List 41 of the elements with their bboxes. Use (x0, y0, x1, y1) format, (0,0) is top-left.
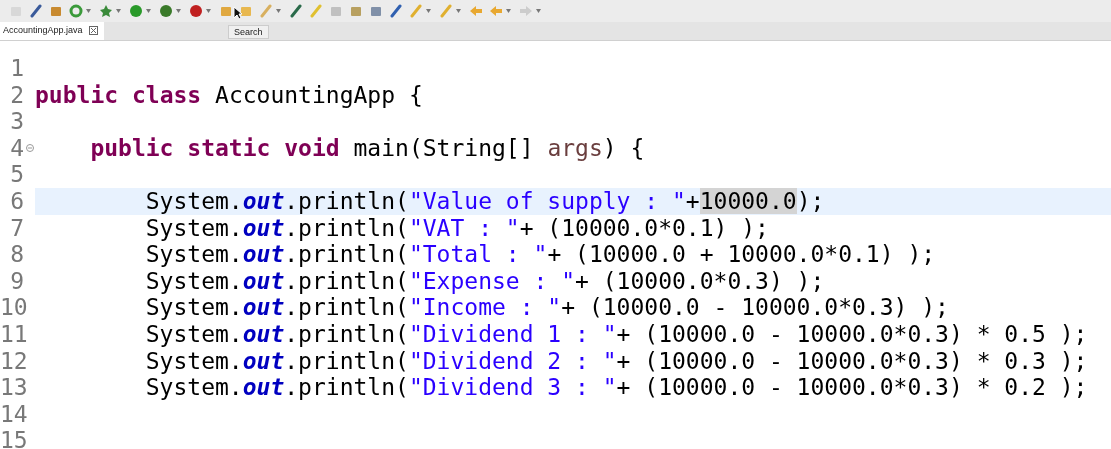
line-number: 5 (9, 161, 24, 188)
caret-icon[interactable] (206, 9, 211, 13)
circle-icon[interactable] (69, 4, 83, 18)
line-number: 13 (0, 374, 24, 401)
caret-icon[interactable] (426, 9, 431, 13)
code-line: System.out.println("Value of supply : "+10000.0); (144, 187, 825, 214)
code-line: System.out.println("Expense : "+ (10000.0*0.3) ); (144, 267, 825, 294)
caret-icon[interactable] (116, 9, 121, 13)
caret-icon[interactable] (276, 9, 281, 13)
line-number: 15 (0, 427, 24, 449)
caret-icon[interactable] (536, 9, 541, 13)
line-number: 10 (0, 294, 24, 321)
line-number: 3 (9, 108, 24, 135)
caret-icon[interactable] (146, 9, 151, 13)
code-line: System.out.println("Income : "+ (10000.0 - 10000.0*0.3) ); (144, 294, 949, 321)
code-line: System.out.println("Total : "+ (10000.0 + 10000.0*0.1) ); (144, 241, 936, 268)
caret-icon[interactable] (86, 9, 91, 13)
editor-tab[interactable]: AccountingApp.java (0, 22, 104, 40)
caret-icon[interactable] (506, 9, 511, 13)
code-line: System.out.println("Dividend 2 : "+ (10000.0 - 10000.0*0.3) * 0.3 ); (144, 347, 1088, 374)
code-line: System.out.println("VAT : "+ (10000.0*0.1) ); (144, 214, 769, 241)
line-number: 4 (9, 134, 24, 162)
code-line: public static void main(String[] args) { (89, 134, 645, 161)
mouse-pointer-icon (233, 6, 243, 20)
line-number: 6 (9, 187, 24, 215)
line-number: 2 (9, 81, 24, 109)
fold-icon[interactable] (25, 144, 34, 153)
code-line: System.out.println("Dividend 1 : "+ (10000.0 - 10000.0*0.3) * 0.5 ); (144, 320, 1088, 347)
close-icon[interactable] (88, 26, 98, 35)
line-number: 9 (9, 267, 24, 295)
line-number: 1 (9, 55, 24, 82)
tooltip: Search (228, 25, 269, 39)
line-number: 7 (9, 214, 24, 242)
line-number: 12 (0, 347, 24, 375)
line-number: 11 (0, 320, 24, 348)
box-icon[interactable] (49, 4, 63, 18)
code-line: public class AccountingApp { (35, 81, 423, 108)
caret-icon[interactable] (456, 9, 461, 13)
code-line: System.out.println("Dividend 3 : "+ (10000.0 - 10000.0*0.3) * 0.2 ); (144, 374, 1088, 401)
caret-icon[interactable] (176, 9, 181, 13)
line-number: 8 (9, 241, 24, 268)
